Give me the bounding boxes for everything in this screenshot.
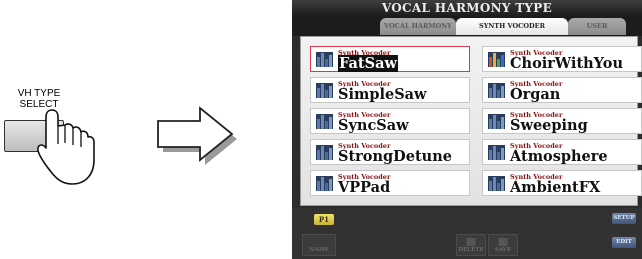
name-button-label: NAME [309,247,329,253]
type-item-name: Organ [510,86,560,103]
delete-button-label: DELETE [458,247,484,253]
type-item-name-text: AmbientFX [510,179,601,196]
setup-button[interactable]: SETUP [612,213,636,224]
type-item-name: SyncSaw [338,117,409,134]
vocoder-bars-icon [316,83,333,98]
type-item-name: AmbientFX [510,179,600,196]
type-item-name-text: SyncSaw [338,117,409,134]
type-item[interactable]: Synth Vocoder SyncSaw [310,108,470,134]
vh-type-label-line1: VH TYPE [17,88,61,99]
page-1-button[interactable]: P1 [314,214,334,225]
save-button-label: SAVE [494,247,512,253]
type-item-name-text: Atmosphere [510,148,608,165]
tab-synth-vocoder[interactable]: SYNTH VOCODER [456,18,568,35]
save-button[interactable]: SAVE [488,234,518,256]
vocoder-rainbow-icon [488,52,505,67]
type-item-name: Atmosphere [510,148,608,165]
vh-type-select-label: VH TYPE SELECT [0,88,78,110]
type-item-name-text: StrongDetune [338,148,452,165]
right-arrow-icon [157,106,237,165]
type-item-name-text: Sweeping [510,117,588,134]
type-item[interactable]: Synth Vocoder ChoirWithYou [482,46,642,72]
type-item-name-text: SimpleSaw [338,86,427,103]
vocoder-bars-icon [488,176,505,191]
type-item[interactable]: Synth Vocoder StrongDetune [310,139,470,165]
save-icon [498,238,508,246]
vocoder-bars-icon [316,176,333,191]
type-item-name: StrongDetune [338,148,452,165]
vocoder-bars-icon [488,83,505,98]
type-item[interactable]: Synth Vocoder Organ [482,77,642,103]
vocoder-bars-icon [488,114,505,129]
type-item[interactable]: Synth Vocoder FatSaw [310,46,470,72]
vocoder-bars-icon [316,145,333,160]
type-item-name: Sweeping [510,117,588,134]
type-item[interactable]: Synth Vocoder AmbientFX [482,170,642,196]
type-item-name: FatSaw [338,55,398,72]
vocoder-bars-icon [488,145,505,160]
tab-user[interactable]: USER [568,18,626,35]
type-item-name-text: Organ [510,86,561,103]
type-item-name: SimpleSaw [338,86,427,103]
type-item-name: VPPad [338,179,390,196]
type-item[interactable]: Synth Vocoder Sweeping [482,108,642,134]
name-button[interactable]: NAME [302,234,336,256]
type-item-name-text: VPPad [338,179,391,196]
delete-icon [466,238,476,246]
vocoder-bars-icon [316,114,333,129]
type-item-name-text: ChoirWithYou [510,55,623,72]
tab-vocal-harmony[interactable]: VOCAL HARMONY [380,18,456,35]
type-item[interactable]: Synth Vocoder Atmosphere [482,139,642,165]
type-item[interactable]: Synth Vocoder SimpleSaw [310,77,470,103]
type-item[interactable]: Synth Vocoder VPPad [310,170,470,196]
type-item-name: ChoirWithYou [510,55,623,72]
instrument-display: VOCAL HARMONY TYPE VOCAL HARMONY USER SY… [292,0,642,259]
vocoder-bars-icon [316,52,333,67]
screen-title: VOCAL HARMONY TYPE [292,0,642,16]
delete-button[interactable]: DELETE [456,234,486,256]
edit-button[interactable]: EDIT [612,237,636,248]
type-item-name-text: FatSaw [338,55,398,72]
pressing-hand-icon [37,109,95,185]
